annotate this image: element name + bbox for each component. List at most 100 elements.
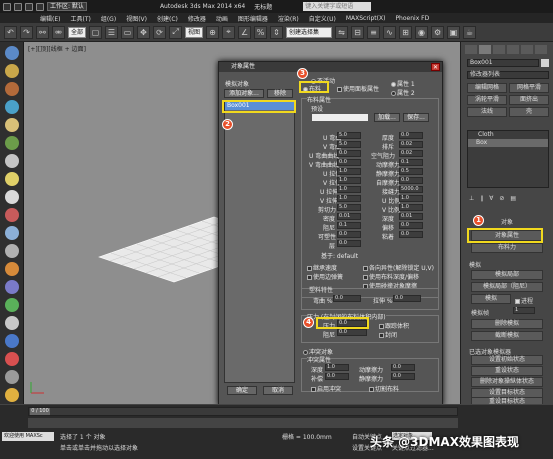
depth-spinner[interactable]: 0.01 — [399, 213, 423, 220]
configure-icon[interactable]: ▤ — [510, 195, 516, 203]
scale-icon[interactable]: ⤢ — [169, 25, 183, 39]
simulate-button[interactable]: 模拟 — [471, 294, 511, 304]
meshsmooth-button[interactable]: 网格平滑 — [509, 83, 549, 93]
property2-radio[interactable]: 属性 2 — [391, 88, 415, 97]
cut-cloth-checkbox[interactable]: 切割布料 — [369, 384, 399, 393]
self-friction-spinner[interactable]: 0.0 — [399, 177, 423, 184]
face-extrude-button[interactable]: 面挤出 — [509, 95, 549, 105]
truncate-simulation-button[interactable]: 截断模拟 — [471, 331, 543, 341]
redo-icon[interactable]: ↷ — [20, 25, 33, 39]
collision-depth-spinner[interactable]: 1.0 — [325, 364, 349, 371]
edit-mesh-button[interactable]: 编辑网格 — [467, 83, 507, 93]
menu-phoenix[interactable]: Phoenix FD — [395, 15, 429, 22]
collision-offset-spinner[interactable]: 0.0 — [325, 373, 349, 380]
use-edge-springs-checkbox[interactable]: 使用边弹簧 — [307, 272, 343, 281]
turbosmooth-button[interactable]: 涡轮平滑 — [467, 95, 507, 105]
repulsion-spinner[interactable]: 0.02 — [399, 141, 423, 148]
show-end-icon[interactable]: ∥ — [480, 195, 483, 203]
shapes-icon[interactable] — [5, 316, 19, 330]
cone-icon[interactable] — [5, 118, 19, 132]
u-bend-curve-spinner[interactable]: 0.0 — [337, 150, 361, 157]
erase-simulation-button[interactable]: 删除模拟 — [471, 319, 543, 329]
light-icon[interactable] — [5, 226, 19, 240]
mirror-icon[interactable]: ⇋ — [335, 25, 349, 39]
create-shape-icon[interactable] — [5, 46, 19, 60]
plane-icon[interactable] — [5, 190, 19, 204]
new-file-icon[interactable] — [14, 2, 22, 11]
ok-button[interactable]: 确定 — [227, 386, 257, 395]
curve-editor-icon[interactable]: ∿ — [383, 25, 397, 39]
menu-group[interactable]: 组(G) — [101, 14, 116, 23]
pin-stack-icon[interactable]: ⊥ — [469, 195, 474, 203]
unlink-icon[interactable]: ⚮ — [52, 25, 65, 39]
offset-spinner[interactable]: 0.0 — [399, 222, 423, 229]
sphere-icon[interactable] — [5, 64, 19, 78]
simulate-local-button[interactable]: 模拟局部 — [471, 270, 543, 280]
shell-button[interactable]: 壳 — [509, 107, 549, 117]
menu-create[interactable]: 创建(C) — [157, 14, 178, 23]
ref-coord-dropdown[interactable]: 视图 — [185, 26, 204, 38]
remove-button[interactable]: 移除 — [267, 89, 293, 98]
spacewarp-icon[interactable] — [5, 280, 19, 294]
menu-graph-editors[interactable]: 图形编辑器 — [238, 14, 268, 23]
inherit-velocity-checkbox[interactable]: 继承速度 — [307, 263, 337, 272]
seam-force-spinner[interactable]: 5000.0 — [399, 186, 423, 193]
teapot-icon[interactable] — [5, 208, 19, 222]
time-slider-thumb[interactable]: 0 / 100 — [30, 408, 50, 415]
thickness-spinner[interactable]: 0.0 — [399, 132, 423, 139]
plasticity-spinner[interactable]: 0.0 — [337, 231, 361, 238]
geosphere-icon[interactable] — [5, 136, 19, 150]
remove-modifier-icon[interactable]: ⊘ — [499, 195, 504, 203]
collision-stat-friction-spinner[interactable]: 0.0 — [391, 373, 415, 380]
tube-icon[interactable] — [5, 154, 19, 168]
camera-icon[interactable] — [5, 244, 19, 258]
material-editor-icon[interactable]: ◉ — [415, 25, 429, 39]
track-bar[interactable] — [28, 418, 458, 428]
time-slider[interactable]: 0 / 100 — [28, 407, 458, 416]
angle-snap-icon[interactable]: ∠ — [238, 25, 252, 39]
render-setup-icon[interactable]: ⚙ — [431, 25, 445, 39]
create-tab-icon[interactable] — [465, 45, 477, 54]
v-bend-spinner[interactable]: 5.0 — [337, 141, 361, 148]
u-compress-spinner[interactable]: 1.0 — [337, 186, 361, 193]
snap-icon[interactable]: ⌖ — [222, 25, 236, 39]
v-scale-spinner[interactable]: 1.0 — [399, 204, 423, 211]
menu-edit[interactable]: 编辑(E) — [40, 14, 60, 23]
systems-icon[interactable] — [5, 298, 19, 312]
air-resistance-spinner[interactable]: 0.02 — [399, 150, 423, 157]
close-icon[interactable]: ✕ — [431, 63, 440, 71]
utilities-tab-icon[interactable] — [535, 45, 547, 54]
undo-icon[interactable]: ↶ — [4, 25, 17, 39]
menu-animation[interactable]: 动画 — [216, 14, 228, 23]
compound-icon[interactable] — [5, 334, 19, 348]
make-unique-icon[interactable]: ∀ — [489, 195, 493, 203]
u-scale-spinner[interactable]: 1.0 — [399, 195, 423, 202]
v-bend-curve-spinner[interactable]: 0.0 — [337, 159, 361, 166]
spinner-snap-icon[interactable]: ⇕ — [270, 25, 284, 39]
pressure-damping-spinner[interactable]: 0.0 — [337, 329, 367, 336]
simulate-local-damped-button[interactable]: 模拟局部（阻尼） — [471, 282, 543, 292]
menu-maxscript[interactable]: MAXScript(X) — [346, 15, 386, 22]
track-volume-checkbox[interactable]: 跟踪体积 — [379, 321, 409, 330]
stretch-percent-spinner[interactable]: 0.0 — [393, 295, 421, 302]
v-stretch-spinner[interactable]: 1.0 — [337, 177, 361, 184]
select-by-name-icon[interactable]: ☰ — [105, 25, 119, 39]
rect-region-icon[interactable]: ▭ — [121, 25, 135, 39]
link-icon[interactable]: ⚯ — [36, 25, 49, 39]
normal-button[interactable]: 法线 — [467, 107, 507, 117]
cancel-button[interactable]: 取消 — [263, 386, 293, 395]
use-panel-properties-checkbox[interactable]: 使用面板属性 — [337, 84, 379, 93]
preset-dropdown[interactable] — [311, 113, 369, 122]
progress-checkbox[interactable]: 进程 — [515, 296, 533, 305]
modify-tab-icon[interactable] — [479, 45, 491, 54]
display-tab-icon[interactable] — [521, 45, 533, 54]
viewport-label[interactable]: [+][顶][线框 + 边面] — [28, 44, 86, 53]
bend-percent-spinner[interactable]: 0.0 — [333, 295, 361, 302]
stack-item-cloth[interactable]: Cloth — [468, 131, 548, 139]
v-compress-spinner[interactable]: 1.0 — [337, 195, 361, 202]
save-button[interactable]: 保存... — [403, 113, 429, 122]
percent-snap-icon[interactable]: % — [254, 25, 268, 39]
object-name-field[interactable]: Box001 — [467, 59, 539, 67]
workspace-dropdown[interactable]: 工作区: 默认 — [47, 2, 87, 11]
select-object-icon[interactable]: ▢ — [89, 25, 103, 39]
